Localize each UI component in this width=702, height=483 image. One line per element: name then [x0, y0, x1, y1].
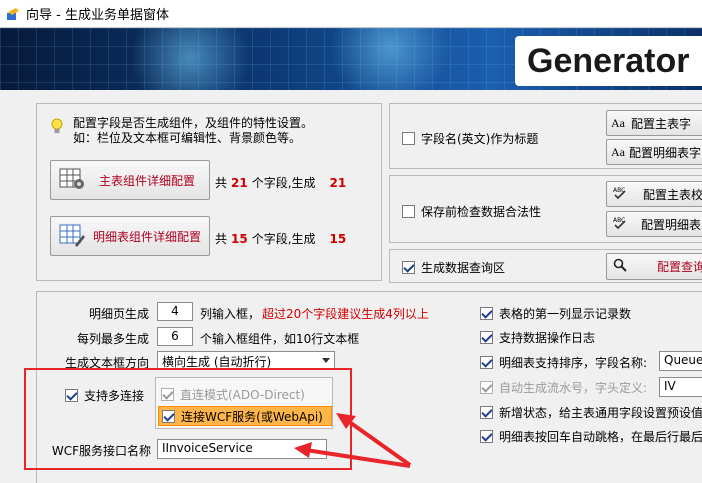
- detail-page-cols-input[interactable]: 4: [157, 302, 193, 321]
- sort-field-input[interactable]: Queue: [659, 351, 702, 371]
- grid-gear-icon: [59, 167, 85, 194]
- config-master-check-button[interactable]: ABC 配置主表校: [606, 181, 702, 207]
- show-record-count-checkbox[interactable]: [480, 307, 493, 320]
- app-icon: [6, 7, 20, 21]
- save-check-option[interactable]: 保存前检查数据合法性: [402, 203, 541, 220]
- master-count: 共 21 个字段,生成 21: [215, 176, 347, 190]
- wizard-window: 向导 - 生成业务单据窗体 Generator 配置字段是否生成组件，及组件的特…: [0, 0, 702, 483]
- detail-page-warning: 超过20个字段建议生成4列以上: [262, 307, 429, 321]
- gen-query-option[interactable]: 生成数据查询区: [402, 259, 505, 276]
- new-default-checkbox[interactable]: [480, 406, 493, 419]
- table-edit-icon: [59, 223, 85, 250]
- serial-prefix-input[interactable]: IV: [659, 377, 702, 397]
- field-name-title-checkbox[interactable]: [402, 132, 415, 145]
- data-log-option[interactable]: 支持数据操作日志: [480, 329, 595, 346]
- master-config-button[interactable]: 主表组件详细配置: [50, 160, 210, 200]
- detail-sort-checkbox[interactable]: [480, 356, 493, 369]
- chevron-down-icon: [322, 358, 330, 363]
- title-bar: 向导 - 生成业务单据窗体: [0, 0, 702, 28]
- detail-page-unit: 列输入框，: [200, 307, 261, 321]
- annotation-highlight-box: [24, 368, 352, 470]
- auto-serial-option[interactable]: 自动生成流水号，字头定义:: [480, 379, 647, 396]
- config-detail-check-button[interactable]: ABC 配置明细表: [606, 211, 702, 237]
- config-master-field-button[interactable]: Aa 配置主表字: [606, 110, 702, 136]
- master-config-label: 主表组件详细配置: [99, 173, 196, 188]
- max-per-col-unit: 个输入框组件，如10行文本框: [200, 332, 360, 346]
- banner-title-box: Generator: [515, 36, 702, 86]
- config-detail-field-button[interactable]: Aa 配置明细表字: [606, 139, 702, 165]
- detail-count: 共 15 个字段,生成 15: [215, 232, 347, 246]
- font-aa-icon: Aa: [611, 144, 625, 159]
- detail-config-button[interactable]: 明细表组件详细配置: [50, 216, 210, 256]
- lightbulb-icon: [50, 118, 64, 139]
- max-per-col-label: 每列最多生成: [76, 332, 149, 346]
- config-info-line2: 如：栏位及文本框可编辑性、背景颜色等。: [73, 131, 302, 145]
- validation-option-panel: 保存前检查数据合法性 ABC 配置主表校 ABC 配置明细表: [389, 175, 702, 243]
- gen-query-checkbox[interactable]: [402, 261, 415, 274]
- spellcheck-icon: ABC: [613, 186, 627, 203]
- save-check-checkbox[interactable]: [402, 205, 415, 218]
- field-name-title-option[interactable]: 字段名(英文)作为标题: [402, 130, 538, 147]
- title-option-panel: 字段名(英文)作为标题 Aa 配置主表字 Aa 配置明细表字: [389, 103, 702, 169]
- spellcheck-icon: ABC: [613, 216, 627, 233]
- show-record-count-option[interactable]: 表格的第一列显示记录数: [480, 305, 631, 322]
- component-config-panel: 配置字段是否生成组件，及组件的特性设置。 如：栏位及文本框可编辑性、背景颜色等。…: [36, 103, 382, 281]
- detail-page-label: 明细页生成: [88, 307, 149, 321]
- auto-serial-checkbox[interactable]: [480, 381, 493, 394]
- banner-title: Generator: [527, 41, 690, 80]
- enter-tab-checkbox[interactable]: [480, 430, 493, 443]
- enter-tab-option[interactable]: 明细表按回车自动跳格，在最后行最后: [480, 428, 702, 445]
- detail-sort-option[interactable]: 明细表支持排序，字段名称:: [480, 354, 647, 371]
- magnifier-icon: [613, 258, 627, 275]
- query-option-panel: 生成数据查询区 配置查询: [389, 249, 702, 283]
- config-query-button[interactable]: 配置查询: [606, 253, 702, 280]
- new-default-option[interactable]: 新增状态，给主表通用字段设置预设值: [480, 404, 702, 421]
- max-per-col-input[interactable]: 6: [157, 327, 193, 346]
- window-title: 向导 - 生成业务单据窗体: [26, 8, 169, 23]
- header-banner: Generator: [0, 28, 702, 90]
- data-log-checkbox[interactable]: [480, 331, 493, 344]
- detail-config-label: 明细表组件详细配置: [93, 229, 202, 244]
- font-aa-icon: Aa: [611, 115, 625, 130]
